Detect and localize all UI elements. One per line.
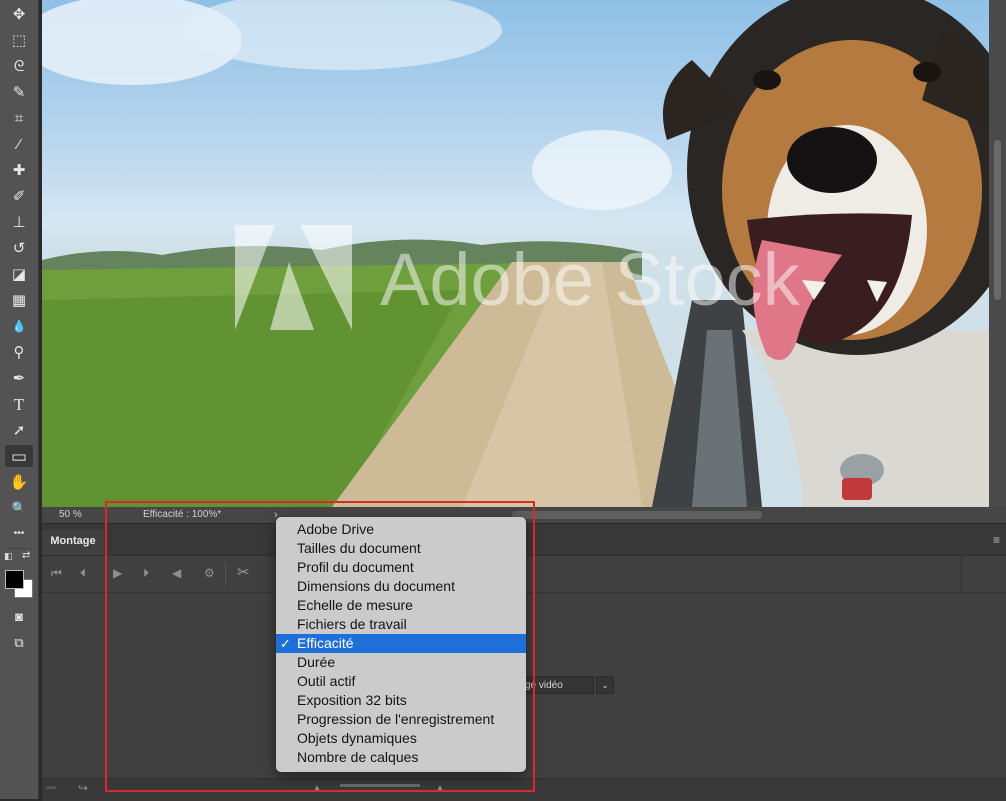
- blur-tool-icon[interactable]: 💧: [5, 315, 33, 337]
- controls-end-divider: [961, 556, 962, 592]
- toolbar-divider: [6, 548, 32, 549]
- swap-colors-icon[interactable]: ⇄: [22, 550, 30, 561]
- menu-item-measurement-scale[interactable]: Echelle de mesure: [276, 596, 526, 615]
- menu-item-document-dimensions[interactable]: Dimensions du document: [276, 577, 526, 596]
- panel-menu-icon[interactable]: ≡: [993, 533, 1000, 547]
- hand-tool-icon[interactable]: ✋: [5, 471, 33, 493]
- gradient-tool-icon[interactable]: ▦: [5, 289, 33, 311]
- menu-item-label: Efficacité: [297, 635, 354, 651]
- dog-photo: Adobe Stock: [42, 0, 989, 507]
- document-canvas[interactable]: Adobe Stock: [42, 0, 989, 507]
- dodge-tool-icon[interactable]: ⚲: [5, 341, 33, 363]
- menu-item-label: Nombre de calques: [297, 749, 419, 765]
- zoom-out-mountain-icon[interactable]: ▲: [312, 783, 322, 794]
- menu-item-timing[interactable]: Durée: [276, 653, 526, 672]
- menu-item-scratch-sizes[interactable]: Fichiers de travail: [276, 615, 526, 634]
- type-tool-icon[interactable]: T: [5, 393, 33, 415]
- history-brush-tool-icon[interactable]: ↺: [5, 237, 33, 259]
- menu-item-label: Adobe Drive: [297, 521, 375, 537]
- menu-item-label: Echelle de mesure: [297, 597, 413, 613]
- clone-stamp-tool-icon[interactable]: ⊥: [5, 211, 33, 233]
- convert-icon[interactable]: ↪: [78, 781, 88, 795]
- move-tool-icon[interactable]: ✥: [5, 3, 33, 25]
- quick-selection-tool-icon[interactable]: ✎: [5, 81, 33, 103]
- next-frame-icon[interactable]: ⏵: [143, 566, 149, 581]
- zoom-tool-icon[interactable]: 🔍: [5, 497, 33, 519]
- vertical-scrollbar-thumb[interactable]: [994, 140, 1001, 300]
- menu-item-label: Dimensions du document: [297, 578, 455, 594]
- split-scissors-icon[interactable]: ✂: [237, 563, 250, 581]
- menu-item-layer-count[interactable]: Nombre de calques: [276, 748, 526, 767]
- menu-item-efficiency[interactable]: ✓ Efficacité: [276, 634, 526, 653]
- tools-panel: ✥ ⬚ ᘓ ✎ ⌗ ⁄ ✚ ✐ ⊥ ↺ ◪ ▦ 💧 ⚲ ✒ T ➚ ▭ ✋ 🔍 …: [0, 0, 39, 799]
- menu-item-current-tool[interactable]: Outil actif: [276, 672, 526, 691]
- brush-tool-icon[interactable]: ✐: [5, 185, 33, 207]
- menu-item-document-profile[interactable]: Profil du document: [276, 558, 526, 577]
- zoom-level[interactable]: 50 %: [59, 507, 82, 523]
- rectangle-tool-icon[interactable]: ▭: [5, 445, 33, 467]
- menu-item-document-sizes[interactable]: Tailles du document: [276, 539, 526, 558]
- menu-item-32bit-exposure[interactable]: Exposition 32 bits: [276, 691, 526, 710]
- menu-item-label: Fichiers de travail: [297, 616, 407, 632]
- status-info-menu: Adobe Drive Tailles du document Profil d…: [276, 517, 526, 772]
- screen-mode-icon[interactable]: ⧉: [5, 631, 33, 653]
- settings-gear-icon[interactable]: ⚙: [204, 566, 215, 580]
- menu-item-label: Objets dynamiques: [297, 730, 417, 746]
- status-info: Efficacité : 100%*: [143, 509, 222, 520]
- marquee-tool-icon[interactable]: ⬚: [5, 29, 33, 51]
- foreground-color-swatch[interactable]: [5, 570, 24, 589]
- frames-icon[interactable]: ▫▫▫: [46, 783, 57, 794]
- menu-item-label: Durée: [297, 654, 336, 670]
- menu-item-adobe-drive[interactable]: Adobe Drive: [276, 520, 526, 539]
- previous-frame-icon[interactable]: ⏴: [80, 566, 86, 581]
- healing-brush-tool-icon[interactable]: ✚: [5, 159, 33, 181]
- panel-footer: ▫▫▫ ↪ ▲ ▲: [42, 778, 1006, 801]
- checkmark-icon: ✓: [280, 636, 291, 651]
- quick-mask-icon[interactable]: ◙: [5, 605, 33, 627]
- tab-montage[interactable]: Montage: [42, 530, 104, 555]
- play-icon[interactable]: ▶: [113, 566, 122, 580]
- path-selection-tool-icon[interactable]: ➚: [5, 419, 33, 441]
- zoom-slider[interactable]: [340, 784, 420, 787]
- lasso-tool-icon[interactable]: ᘓ: [5, 55, 33, 77]
- menu-item-label: Exposition 32 bits: [297, 692, 407, 708]
- controls-divider: [225, 562, 226, 586]
- watermark-text: Adobe Stock: [380, 238, 801, 321]
- audio-icon[interactable]: ◀: [172, 566, 181, 580]
- menu-item-label: Profil du document: [297, 559, 414, 575]
- eyedropper-tool-icon[interactable]: ⁄: [5, 133, 33, 155]
- eraser-tool-icon[interactable]: ◪: [5, 263, 33, 285]
- zoom-in-mountain-icon[interactable]: ▲: [434, 781, 446, 795]
- menu-item-label: Progression de l'enregistrement: [297, 711, 495, 727]
- more-tools-icon[interactable]: •••: [5, 523, 33, 545]
- menu-item-save-progress[interactable]: Progression de l'enregistrement: [276, 710, 526, 729]
- go-to-first-frame-icon[interactable]: ⏮: [51, 566, 62, 581]
- menu-item-smart-objects[interactable]: Objets dynamiques: [276, 729, 526, 748]
- horizontal-scrollbar-thumb[interactable]: [512, 511, 762, 519]
- chevron-down-icon[interactable]: ⌄: [596, 676, 614, 694]
- menu-item-label: Outil actif: [297, 673, 356, 689]
- create-video-select[interactable]: ge vidéo: [520, 676, 594, 694]
- pen-tool-icon[interactable]: ✒: [5, 367, 33, 389]
- crop-tool-icon[interactable]: ⌗: [5, 107, 33, 129]
- menu-item-label: Tailles du document: [297, 540, 421, 556]
- default-colors-icon[interactable]: ◧: [4, 551, 13, 562]
